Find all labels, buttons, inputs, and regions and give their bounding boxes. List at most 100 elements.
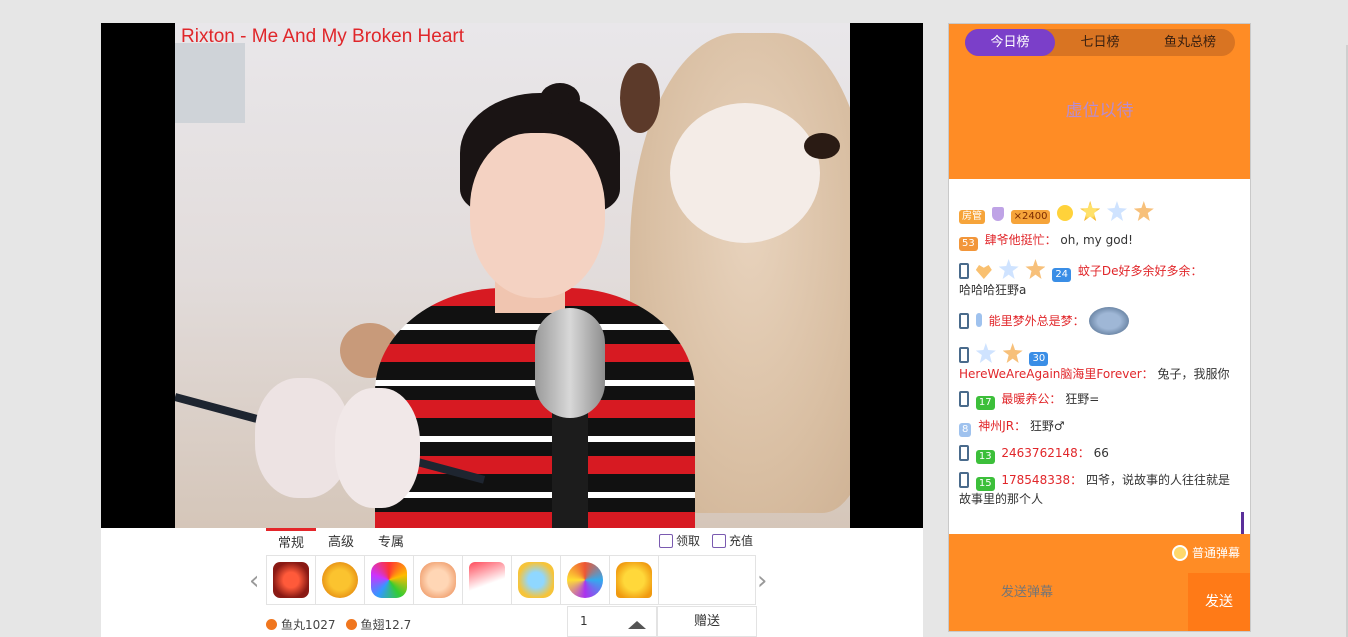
teddy-eye — [804, 133, 840, 159]
quantity-value: 1 — [580, 614, 588, 628]
live-room-page: Rixton - Me And My Broken Heart 常规 高级 专属… — [0, 0, 1348, 637]
chat-username[interactable]: HereWeAreAgain脑海里Forever： — [959, 367, 1154, 381]
chat-message: 17 最暖养公： 狂野= — [959, 391, 1240, 410]
magic-wand-gift-icon — [518, 562, 554, 598]
star-badge-icon — [1106, 201, 1127, 221]
gift-prev-arrow[interactable]: ‹ — [249, 568, 259, 594]
gift-box-icon — [658, 533, 673, 548]
tab-today[interactable]: 今日榜 — [965, 29, 1055, 56]
mobile-icon — [959, 347, 969, 363]
star-badge-icon — [975, 343, 996, 363]
chat-message: 8 神州JR： 狂野♂ — [959, 418, 1240, 437]
balance: 鱼丸1027 鱼翅12.7 — [266, 616, 411, 633]
quantity-stepper[interactable]: 1 — [567, 606, 657, 637]
smile-face-icon — [1057, 205, 1074, 221]
chat-username[interactable]: 能里梦外总是梦： — [989, 314, 1085, 328]
white-plush-b — [335, 388, 420, 508]
claim-button[interactable]: 领取 — [658, 532, 700, 549]
danmu-type-toggle[interactable]: 普通弹幕 — [1171, 544, 1240, 561]
yuwan-balance-text: 鱼丸1027 — [281, 618, 336, 632]
gift-count-badge: ×2400 — [1010, 210, 1051, 224]
admin-badge: 房管 — [959, 210, 985, 224]
flower-bouquet-gift-icon — [567, 562, 603, 598]
star-badge-icon — [998, 259, 1019, 279]
star-badge-icon — [1025, 259, 1046, 279]
danmu-input[interactable] — [957, 577, 1189, 607]
chat-list[interactable]: 房管 ×2400 53 肆爷他挺忙： oh, my god! 24 蚊子De好多… — [949, 179, 1250, 534]
gift-item[interactable] — [414, 556, 463, 604]
video-player[interactable]: Rixton - Me And My Broken Heart — [101, 23, 923, 528]
sidebar: 今日榜 七日榜 鱼丸总榜 虚位以待 房管 ×2400 53 肆爷他挺忙： oh,… — [948, 23, 1251, 632]
gift-tabs: 常规 高级 专属 — [266, 528, 416, 556]
chat-text: 66 — [1093, 446, 1109, 460]
wall-shelf — [175, 43, 245, 123]
wallet-icon — [711, 533, 726, 548]
chat-message: 13 2463762148： 66 — [959, 445, 1240, 464]
song-title-overlay: Rixton - Me And My Broken Heart — [181, 26, 464, 47]
tab-exclusive[interactable]: 专属 — [366, 528, 416, 556]
crown-gift-icon — [616, 562, 652, 598]
chat-username[interactable]: 178548338： — [1001, 473, 1082, 487]
streamer-hair-bun — [540, 83, 580, 115]
diamond-shield-gift-icon — [273, 562, 309, 598]
yuchi-balance-text: 鱼翅12.7 — [360, 618, 412, 632]
yuwan-balance: 鱼丸1027 — [266, 616, 336, 633]
chat-text: 四爷，说故事的人往往就是故事里的那个人 — [959, 473, 1230, 506]
recharge-button[interactable]: 充值 — [711, 532, 753, 549]
coin-icon — [345, 619, 357, 630]
chat-username[interactable]: 2463762148： — [1001, 446, 1089, 460]
level-badge — [975, 313, 982, 327]
gift-next-arrow[interactable]: › — [757, 568, 767, 594]
gift-item[interactable] — [463, 556, 512, 604]
level-badge: 30 — [1029, 352, 1049, 366]
caret-up-icon[interactable] — [628, 621, 646, 629]
danmu-toggle-label: 普通弹幕 — [1191, 546, 1240, 560]
chat-scrollbar[interactable] — [1241, 512, 1244, 534]
shield-icon — [991, 207, 1004, 221]
chat-text: 兔子，我服你 — [1157, 367, 1230, 381]
gift-item[interactable] — [512, 556, 561, 604]
gift-grid — [266, 555, 756, 605]
ranking-panel: 今日榜 七日榜 鱼丸总榜 虚位以待 — [949, 24, 1250, 179]
recharge-label: 充值 — [728, 534, 753, 548]
rank-empty-text: 虚位以待 — [1065, 101, 1134, 121]
level-badge: 53 — [959, 237, 978, 251]
tab-normal[interactable]: 常规 — [266, 528, 316, 556]
clap-hands-gift-icon — [420, 562, 456, 598]
send-danmu-button[interactable]: 发送 — [1188, 573, 1250, 631]
gift-item[interactable] — [267, 556, 316, 604]
level-badge: 15 — [975, 477, 995, 491]
chat-text: 狂野= — [1065, 392, 1100, 406]
mobile-icon — [959, 445, 969, 461]
tab-seven-days[interactable]: 七日榜 — [1055, 29, 1145, 56]
level-badge: 24 — [1052, 268, 1072, 282]
heart-badge-icon — [975, 265, 992, 279]
chat-text: oh, my god! — [1060, 233, 1133, 247]
chat-message: 15 178548338： 四爷，说故事的人往往就是故事里的那个人 — [959, 472, 1240, 508]
zan-burst-gift-icon — [371, 562, 407, 598]
teddy-snout — [670, 103, 820, 243]
send-gift-button[interactable]: 赠送 — [657, 606, 757, 637]
gift-item[interactable] — [316, 556, 365, 604]
streamer-face — [470, 133, 605, 298]
gift-item[interactable] — [561, 556, 610, 604]
microphone — [535, 308, 605, 418]
chat-username[interactable]: 神州JR： — [978, 419, 1026, 433]
chat-text: 哈哈哈狂野a — [959, 283, 1027, 297]
chat-username[interactable]: 蚊子De好多余好多余： — [1078, 264, 1203, 278]
chat-username[interactable]: 肆爷他挺忙： — [985, 233, 1057, 247]
gift-actions: 领取 充值 — [658, 532, 753, 549]
tab-total[interactable]: 鱼丸总榜 — [1145, 29, 1235, 56]
gift-item[interactable] — [365, 556, 414, 604]
gift-item[interactable] — [610, 556, 659, 604]
star-badge-icon — [1080, 201, 1101, 221]
level-badge: 8 — [959, 423, 972, 437]
mobile-icon — [959, 391, 969, 407]
video-frame — [175, 23, 850, 528]
chat-username[interactable]: 最暖养公： — [1001, 392, 1061, 406]
mobile-icon — [959, 472, 969, 488]
chat-input-row: 发送 — [949, 571, 1250, 631]
level-badge: 17 — [975, 396, 995, 410]
phone-gift-icon — [469, 562, 505, 598]
tab-advanced[interactable]: 高级 — [316, 528, 366, 556]
